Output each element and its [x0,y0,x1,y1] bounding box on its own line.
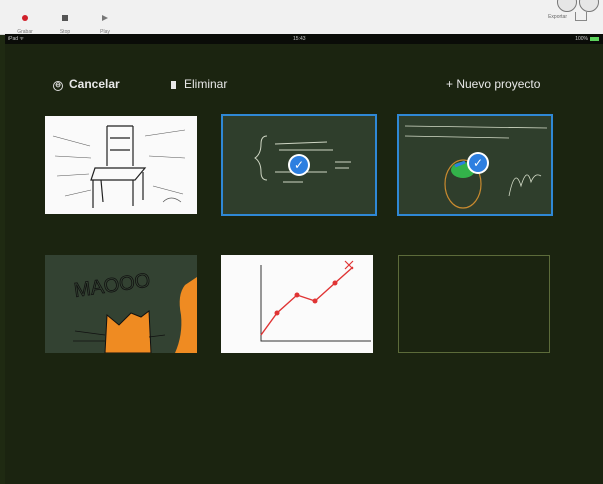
check-mark-icon: ✓ [290,156,308,174]
chair-sketch-image [52,125,186,208]
project-thumbnail-empty[interactable] [398,255,550,353]
cancel-icon: ⊖ [53,81,63,91]
app-toolbar: Grabar Stop Play Exportar [0,0,603,35]
stop-button[interactable]: Stop [50,8,80,35]
battery-icon [590,36,599,41]
check-mark-icon: ✓ [469,154,487,172]
project-thumbnail-graph[interactable] [221,255,373,353]
battery-percent: 100% [575,36,588,42]
action-bar: ⊖ Cancelar Eliminar + Nuevo proyecto [5,77,603,97]
stop-icon [62,15,68,21]
delete-label: Eliminar [184,77,228,91]
project-thumbnail-notes[interactable]: ✓ [397,114,553,216]
record-button[interactable]: Grabar [10,8,40,35]
selected-check-icon: ✓ [288,154,310,176]
trash-icon [171,81,176,89]
play-button[interactable]: Play [90,8,120,35]
line-graph-image [260,260,371,342]
ipad-screen: iPad ᯤ 15:43 100% ⊖ Cancelar Eliminar + N… [5,34,603,484]
cancel-label: Cancelar [69,77,120,91]
cancel-button[interactable]: ⊖ Cancelar [53,77,120,91]
cat-drawing-image: MAOOO [72,269,197,353]
status-bar: iPad ᯤ 15:43 100% [5,34,603,44]
selected-check-icon: ✓ [467,152,489,174]
cat-text: MAOOO [73,269,152,301]
status-time: 15:43 [293,36,306,42]
project-thumbnail-chair[interactable] [45,116,197,214]
user-icon[interactable] [579,0,599,12]
project-thumbnail-cat[interactable]: MAOOO [45,255,197,353]
search-icon[interactable] [557,0,577,12]
status-battery: 100% [575,36,599,42]
record-icon [22,15,28,21]
delete-button[interactable]: Eliminar [171,77,227,91]
play-icon [102,15,108,21]
new-project-button[interactable]: + Nuevo proyecto [446,77,540,91]
project-thumbnail-math[interactable]: ✓ [221,114,377,216]
status-device: iPad ᯤ [8,36,24,42]
top-icons [555,0,599,17]
